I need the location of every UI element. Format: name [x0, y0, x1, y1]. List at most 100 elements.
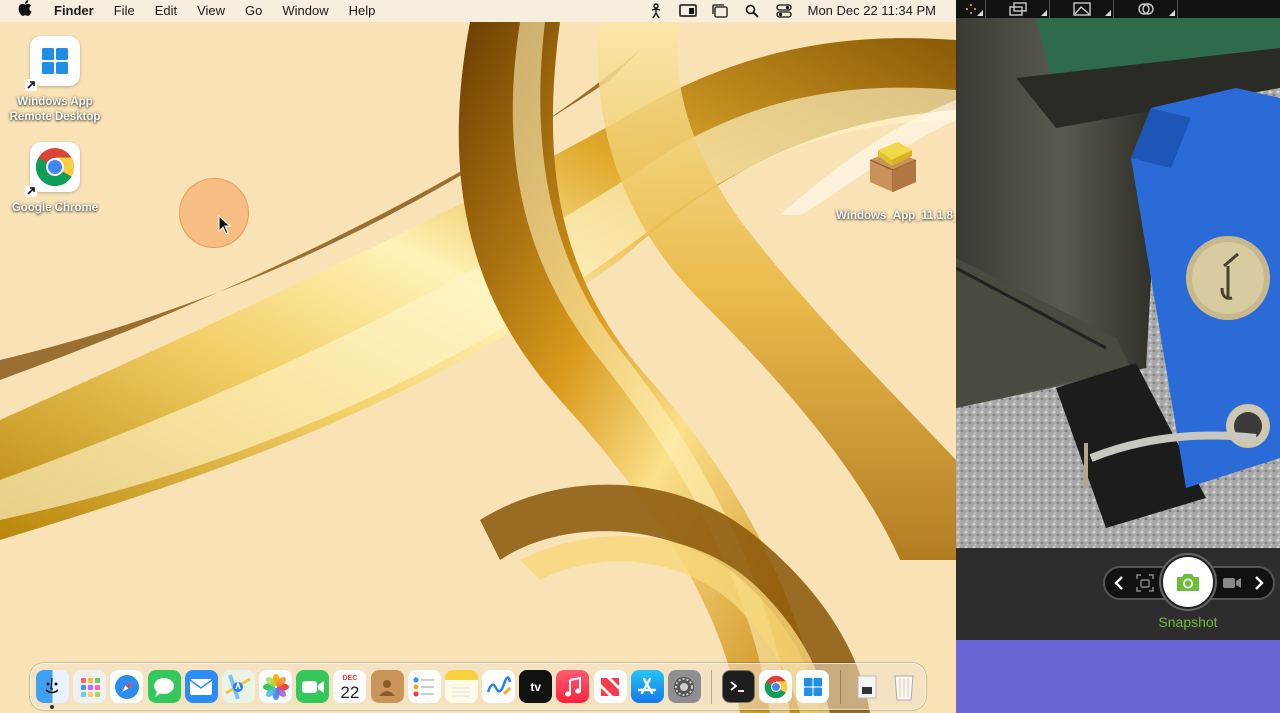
desktop-icon-windows-app[interactable]: Windows App Remote Desktop [0, 36, 110, 125]
resize-tool-icon[interactable] [986, 0, 1050, 18]
facetime-icon [301, 680, 324, 693]
dock-launchpad[interactable] [73, 670, 107, 703]
chevron-left-icon [1114, 576, 1123, 590]
dock-maps[interactable] [221, 670, 255, 703]
gear-icon [674, 676, 695, 697]
alias-arrow-icon [25, 79, 37, 91]
safari-icon [114, 674, 139, 699]
camera-toolbar [956, 0, 1280, 18]
dock-messages[interactable] [147, 670, 181, 703]
menu-window[interactable]: Window [272, 0, 338, 22]
control-center-icon[interactable] [768, 0, 800, 22]
notes-icon [452, 687, 471, 696]
dock-finder[interactable] [36, 670, 69, 709]
camera-panel: Snapshot [956, 0, 1280, 713]
spotlight-search-icon[interactable] [736, 0, 768, 22]
menu-app-name[interactable]: Finder [44, 0, 104, 22]
dock-windows-app[interactable] [796, 670, 830, 703]
reminders-icon [413, 677, 435, 696]
chrome-icon [764, 675, 787, 698]
brightness-tool-icon[interactable] [956, 0, 986, 18]
cursor-highlight [179, 178, 249, 248]
chevron-right-icon [1255, 576, 1264, 590]
capture-region-button[interactable] [1134, 572, 1156, 594]
dock-photos[interactable] [259, 670, 293, 703]
app-store-icon [638, 677, 657, 694]
news-icon [601, 677, 620, 696]
contacts-icon [379, 679, 396, 696]
stage-manager-icon[interactable] [704, 0, 736, 22]
desktop-icon-google-chrome[interactable]: Google Chrome [0, 142, 110, 216]
finder-icon [46, 677, 59, 693]
dock-apple-tv[interactable]: tv [519, 670, 553, 703]
screen-mirroring-icon[interactable] [672, 0, 704, 22]
dock-trash[interactable] [888, 670, 921, 703]
menu-file[interactable]: File [104, 0, 145, 22]
dock-news[interactable] [593, 670, 627, 703]
next-button[interactable] [1248, 572, 1270, 594]
mouse-pointer-icon [218, 215, 232, 235]
status-area: Mon Dec 22 11:34 PM [640, 0, 956, 22]
previous-button[interactable] [1108, 572, 1130, 594]
dock-reminders[interactable] [407, 670, 441, 703]
menu-help[interactable]: Help [339, 0, 386, 22]
dock-mail[interactable] [184, 670, 218, 703]
snapshot-button[interactable] [1161, 555, 1215, 609]
camera-feed [956, 18, 1280, 548]
dock-facetime[interactable] [296, 670, 330, 703]
screen: Finder File Edit View Go Window Help Mon… [0, 0, 1280, 713]
trash-icon [894, 675, 914, 700]
alias-arrow-icon [25, 185, 37, 197]
menu-go[interactable]: Go [235, 0, 272, 22]
dock-calendar[interactable]: DEC 22 [333, 670, 367, 703]
record-video-button[interactable] [1220, 572, 1244, 594]
terminal-icon [730, 680, 744, 692]
running-indicator [50, 705, 55, 709]
dock-downloads-stack[interactable] [851, 670, 884, 703]
dock-terminal[interactable] [722, 670, 756, 703]
apple-tv-icon: tv [530, 679, 542, 694]
wallpaper [0, 0, 956, 713]
desktop-icon-label: Google Chrome [11, 202, 99, 214]
snapshot-label: Snapshot [1158, 614, 1218, 630]
apple-menu-icon[interactable] [0, 0, 44, 22]
dock-separator [839, 669, 841, 704]
dock-contacts[interactable] [370, 670, 404, 703]
freeform-icon [486, 675, 511, 695]
desktop-file-installer-pkg[interactable]: Windows_App_11.1.8_installer.pkg [836, 138, 956, 224]
menu-view[interactable]: View [187, 0, 235, 22]
menu-bar: Finder File Edit View Go Window Help Mon… [0, 0, 956, 22]
dock-google-chrome[interactable] [759, 670, 793, 703]
menu-clock[interactable]: Mon Dec 22 11:34 PM [800, 0, 956, 22]
dock-separator [711, 669, 713, 704]
photos-icon [262, 673, 289, 700]
dock-app-store[interactable] [630, 670, 664, 703]
dock-system-settings[interactable] [667, 670, 701, 703]
calendar-month: DEC [342, 674, 358, 682]
calendar-day: 22 [340, 682, 360, 702]
document-icon [857, 675, 877, 698]
desktop-file-label: Windows_App_11.1.8_installer.pkg [836, 210, 956, 222]
launchpad-icon [80, 677, 100, 697]
dock-music[interactable] [556, 670, 590, 703]
chrome-icon [25, 142, 80, 197]
camera-icon [1177, 574, 1199, 591]
accessibility-icon[interactable] [640, 0, 672, 22]
dock-freeform[interactable] [482, 670, 516, 703]
video-camera-icon [1223, 578, 1241, 588]
image-adjust-tool-icon[interactable] [1050, 0, 1114, 18]
color-tool-icon[interactable] [1114, 0, 1178, 18]
mac-desktop: Finder File Edit View Go Window Help Mon… [0, 0, 956, 713]
panel-footer [956, 640, 1280, 713]
windows-app-icon [803, 677, 822, 696]
package-icon [869, 142, 917, 192]
menu-edit[interactable]: Edit [145, 0, 187, 22]
capture-region-icon [1136, 574, 1154, 592]
windows-app-icon [25, 36, 80, 91]
desktop-icon-label: Windows App Remote Desktop [9, 96, 101, 123]
messages-icon [154, 677, 174, 697]
dock-notes[interactable] [444, 670, 478, 703]
dock: DEC 22 tv [30, 663, 926, 710]
mail-icon [189, 678, 213, 695]
dock-safari[interactable] [110, 670, 144, 703]
